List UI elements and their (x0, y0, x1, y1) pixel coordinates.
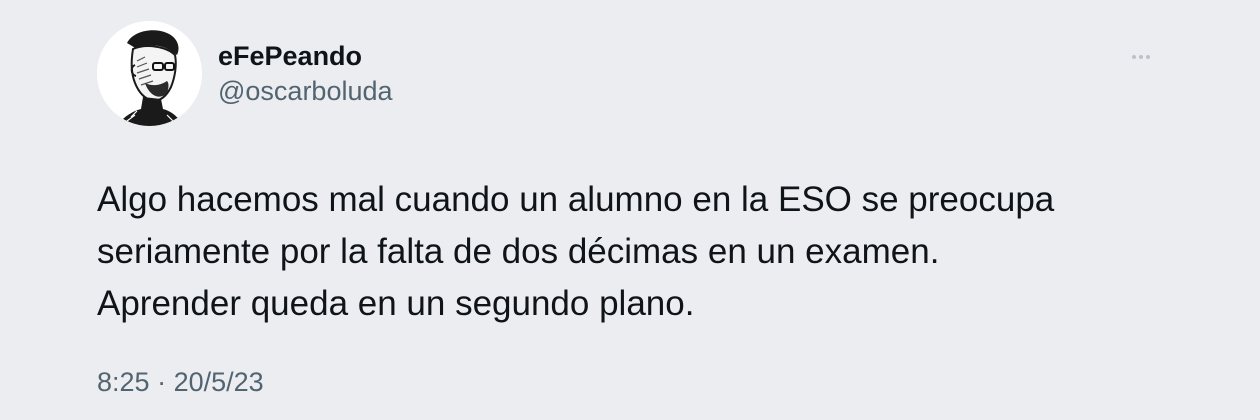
tweet-timestamp: 8:25 · 20/5/23 (97, 365, 264, 399)
more-options-button[interactable] (1124, 46, 1158, 68)
more-options-icon (1132, 55, 1136, 59)
portrait-sketch-icon (97, 21, 202, 126)
author-handle[interactable]: @oscarboluda (218, 74, 393, 108)
more-options-icon-dot (1146, 55, 1150, 59)
tweet-time[interactable]: 8:25 (97, 367, 150, 397)
tweet-text-line: seriamente por la falta de dos décimas e… (97, 232, 940, 271)
tweet-card: eFePeando @oscarboluda Algo hacemos mal … (0, 0, 1260, 420)
tweet-date[interactable]: 20/5/23 (174, 367, 264, 397)
tweet-text-line: Aprender queda en un segundo plano. (97, 284, 695, 323)
tweet-text-line: Algo hacemos mal cuando un alumno en la … (97, 180, 1055, 219)
tweet-text: Algo hacemos mal cuando un alumno en la … (97, 174, 1197, 330)
timestamp-separator: · (157, 367, 167, 397)
avatar[interactable] (97, 21, 202, 126)
author-display-name[interactable]: eFePeando (218, 39, 362, 73)
more-options-icon-dot (1139, 55, 1143, 59)
